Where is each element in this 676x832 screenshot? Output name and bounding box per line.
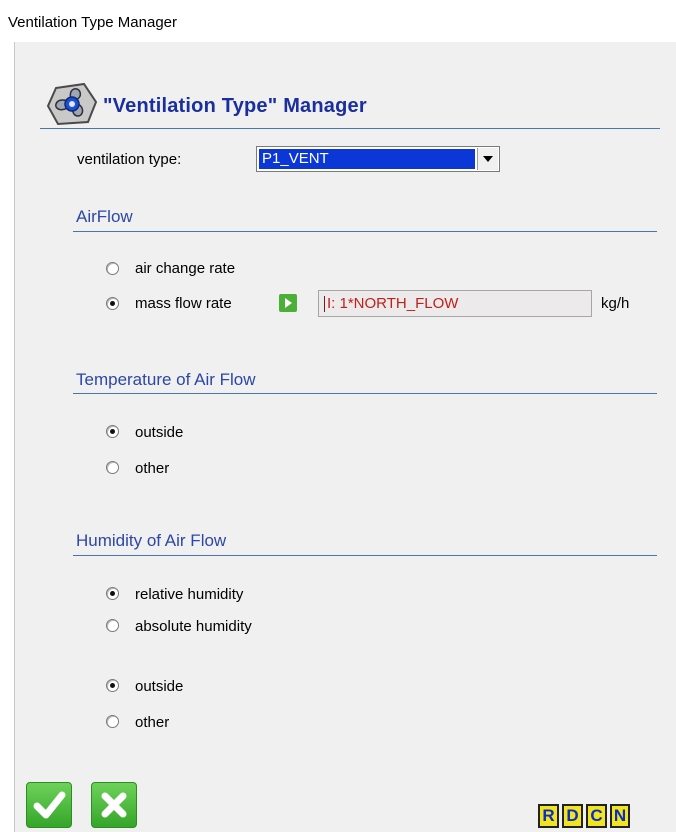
chevron-down-icon[interactable] — [477, 148, 498, 170]
temperature-other-label: other — [135, 460, 170, 477]
relative-humidity-label: relative humidity — [135, 586, 244, 603]
humidity-outside-label: outside — [135, 678, 184, 695]
ventilation-type-select[interactable]: P1_VENT — [256, 146, 500, 172]
ok-button[interactable] — [26, 782, 72, 828]
r-button[interactable]: R — [538, 804, 559, 828]
humidity-section-title: Humidity of Air Flow — [76, 531, 227, 550]
flow-unit-label: kg/h — [601, 295, 630, 312]
window-title: Ventilation Type Manager — [8, 14, 178, 31]
humidity-other-radio[interactable] — [106, 715, 119, 728]
c-button[interactable]: C — [586, 804, 607, 828]
humidity-divider — [73, 555, 657, 556]
ventilation-type-label: ventilation type: — [77, 151, 182, 168]
title-bar: Ventilation Type Manager — [0, 0, 676, 42]
air-change-rate-label: air change rate — [135, 260, 236, 277]
mass-flow-value: I: 1*NORTH_FLOW — [327, 295, 459, 312]
temperature-outside-label: outside — [135, 424, 184, 441]
air-change-rate-radio[interactable] — [106, 262, 119, 275]
absolute-humidity-radio[interactable] — [106, 619, 119, 632]
temperature-divider — [73, 393, 657, 394]
fan-icon — [46, 82, 98, 126]
relative-humidity-radio[interactable] — [106, 587, 119, 600]
temperature-outside-radio[interactable] — [106, 425, 119, 438]
header-divider — [40, 128, 660, 129]
mass-flow-rate-radio[interactable] — [106, 297, 119, 310]
humidity-outside-radio[interactable] — [106, 679, 119, 692]
manager-title: "Ventilation Type" Manager — [103, 95, 367, 117]
airflow-section-title: AirFlow — [76, 207, 133, 226]
airflow-divider — [73, 231, 657, 232]
play-icon[interactable] — [279, 294, 297, 312]
x-icon — [101, 792, 127, 818]
mass-flow-field[interactable]: I: 1*NORTH_FLOW — [318, 290, 592, 317]
temperature-other-radio[interactable] — [106, 461, 119, 474]
cancel-button[interactable] — [91, 782, 137, 828]
check-icon — [33, 791, 66, 819]
ventilation-type-value: P1_VENT — [259, 149, 475, 169]
absolute-humidity-label: absolute humidity — [135, 618, 252, 635]
temperature-section-title: Temperature of Air Flow — [76, 370, 256, 389]
mass-flow-rate-label: mass flow rate — [135, 295, 232, 312]
n-button[interactable]: N — [610, 804, 630, 828]
left-edge — [0, 42, 15, 832]
d-button[interactable]: D — [562, 804, 583, 828]
humidity-other-label: other — [135, 714, 170, 731]
